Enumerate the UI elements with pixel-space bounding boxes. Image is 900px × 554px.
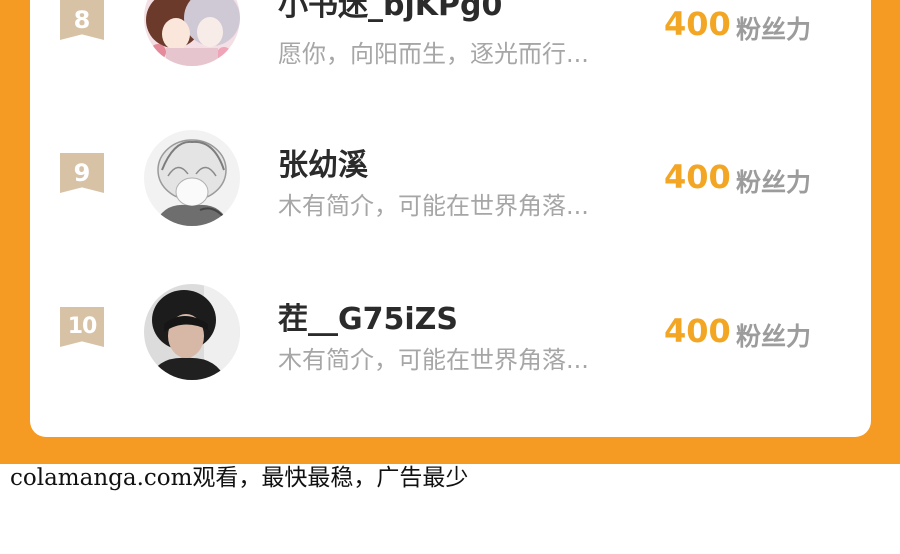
user-bio: 木有简介，可能在世界角落... (278, 346, 589, 374)
username: 张幼溪 (278, 148, 368, 183)
user-bio: 木有简介，可能在世界角落... (278, 192, 589, 220)
fans-label: 粉丝力 (736, 168, 812, 197)
leaderboard-card: 8 小书迷_bjKPg0 愿你，向阳而生，逐光而行... 400 粉丝力 9 张… (30, 0, 871, 437)
sketch-character-avatar-icon[interactable] (144, 130, 240, 226)
leaderboard-row[interactable]: 10 茬__G75iZS 木有简介，可能在世界角落... 400 粉丝力 (30, 266, 871, 386)
anime-girls-avatar-icon[interactable] (144, 0, 240, 66)
rank-badge: 8 (60, 0, 104, 40)
rank-badge: 9 (60, 153, 104, 193)
username: 小书迷_bjKPg0 (278, 0, 503, 23)
rank-badge: 10 (60, 307, 104, 347)
user-bio: 愿你，向阳而生，逐光而行... (278, 40, 589, 68)
leaderboard-row[interactable]: 8 小书迷_bjKPg0 愿你，向阳而生，逐光而行... 400 粉丝力 (30, 0, 871, 80)
fans-count: 400 (664, 312, 731, 350)
fans-count: 400 (664, 5, 731, 43)
fans-count: 400 (664, 158, 731, 196)
username: 茬__G75iZS (278, 302, 459, 337)
watermark-text: colamanga.com观看，最快最稳，广告最少 (10, 465, 469, 491)
fans-label: 粉丝力 (736, 15, 812, 44)
photo-person-avatar-icon[interactable] (144, 284, 240, 380)
leaderboard-row[interactable]: 9 张幼溪 木有简介，可能在世界角落... 400 粉丝力 (30, 112, 871, 232)
fans-label: 粉丝力 (736, 322, 812, 351)
